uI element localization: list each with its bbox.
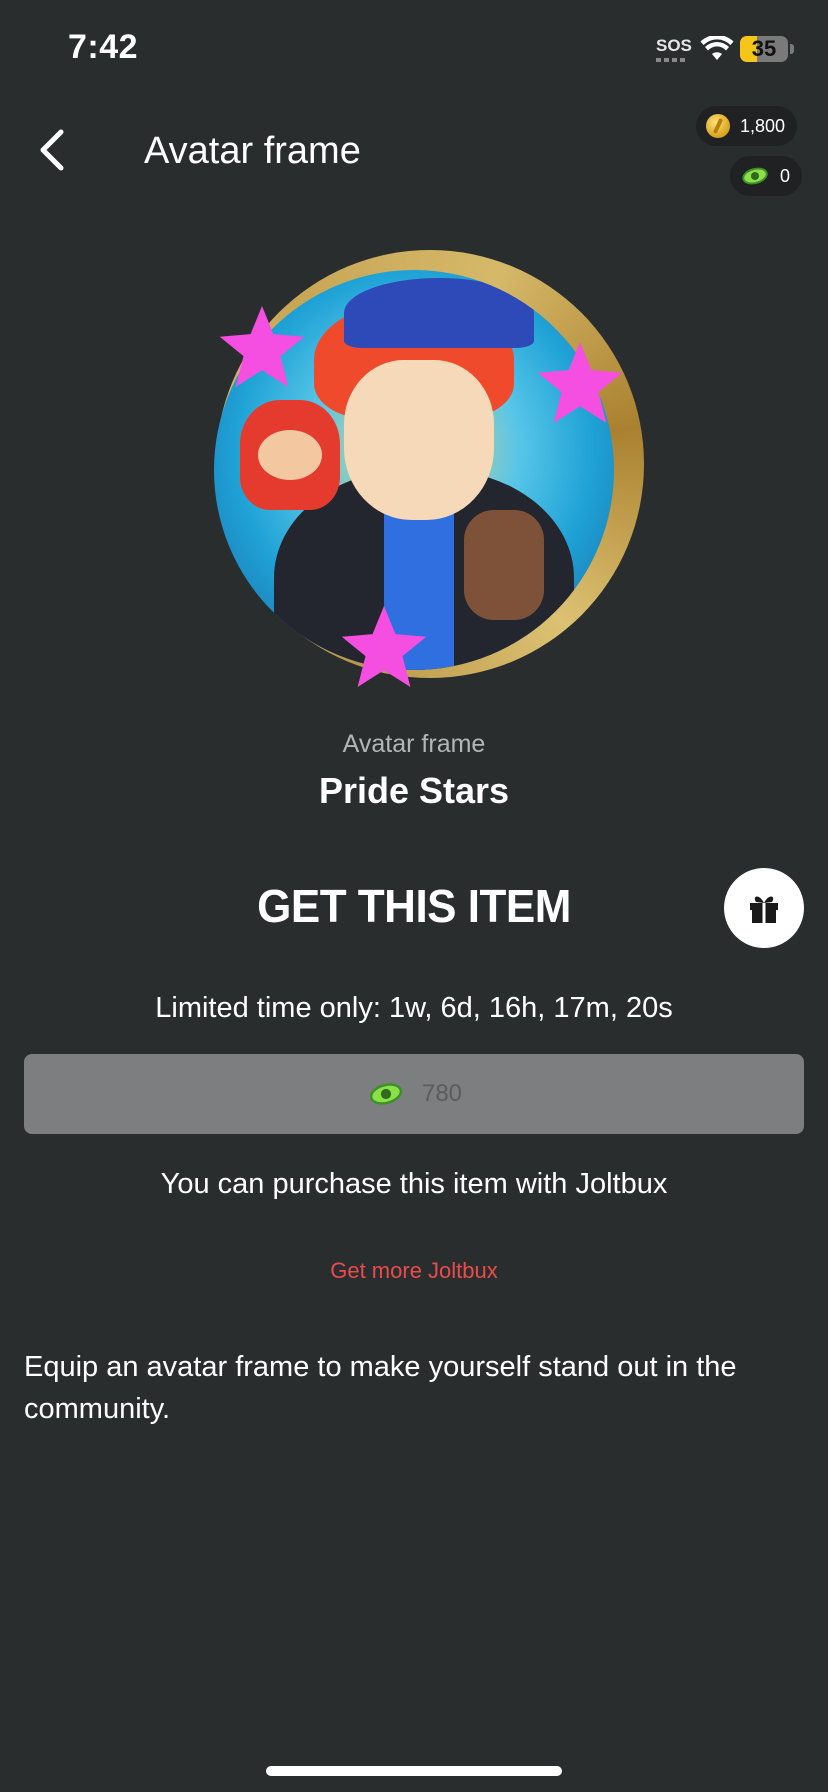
page-title: Avatar frame [144, 130, 361, 172]
avatar-hand [464, 510, 544, 620]
item-description: Equip an avatar frame to make yourself s… [24, 1351, 737, 1425]
avatar-frame-preview [200, 242, 644, 702]
battery-tip [790, 44, 794, 54]
wifi-icon [700, 36, 734, 60]
gift-button[interactable] [724, 868, 804, 948]
item-name: Pride Stars [318, 770, 510, 811]
joltbux-icon [742, 167, 768, 185]
get-more-joltbux-link[interactable]: Get more Joltbux [0, 1258, 828, 1284]
joltbux-balance-value: 0 [780, 165, 791, 186]
price-value: 780 [421, 1080, 463, 1107]
coin-balance-value: 1,800 [740, 115, 786, 136]
chevron-left-icon [40, 129, 64, 171]
gift-icon [750, 896, 778, 923]
status-bar: 7:42 SOS 35 [0, 0, 828, 100]
limited-time-timer: Limited time only: 1w, 6d, 16h, 17m, 20s [155, 992, 673, 1024]
coin-icon [706, 114, 730, 138]
purchase-note: You can purchase this item with Joltbux [160, 1168, 668, 1200]
item-type-label: Avatar frame [342, 730, 486, 758]
signal-icon [656, 58, 686, 62]
status-time: 7:42 [68, 28, 139, 66]
back-button[interactable] [22, 118, 82, 182]
get-item-title: GET THIS ITEM [257, 880, 571, 933]
joltbux-icon [369, 1083, 403, 1105]
buy-button[interactable]: 780 [24, 1054, 804, 1134]
sos-indicator: SOS [656, 36, 692, 55]
avatar-cap [344, 278, 534, 348]
coin-balance[interactable]: 1,800 [696, 106, 798, 146]
avatar-image [214, 270, 614, 670]
battery-icon: 35 [740, 36, 788, 62]
battery-level: 35 [751, 36, 777, 61]
avatar-face [344, 360, 494, 520]
home-indicator[interactable] [266, 1766, 562, 1776]
avatar-doll-face [258, 430, 322, 480]
joltbux-balance[interactable]: 0 [730, 156, 803, 196]
